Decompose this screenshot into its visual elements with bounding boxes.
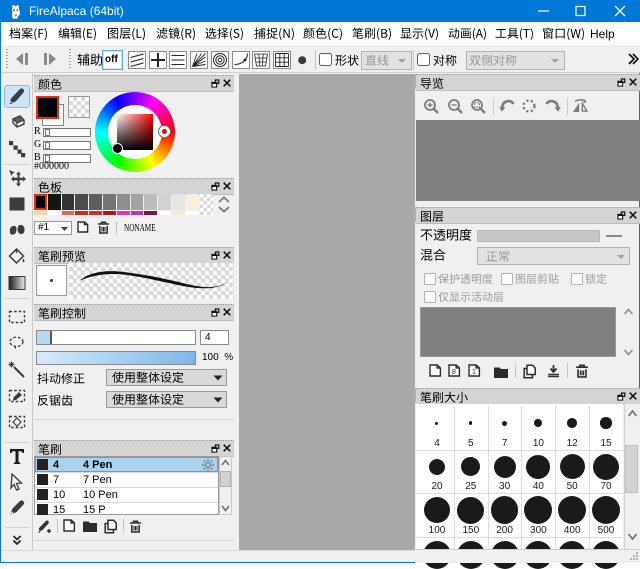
svg-text:1: 1 bbox=[472, 369, 476, 376]
svg-text:8: 8 bbox=[452, 369, 456, 376]
